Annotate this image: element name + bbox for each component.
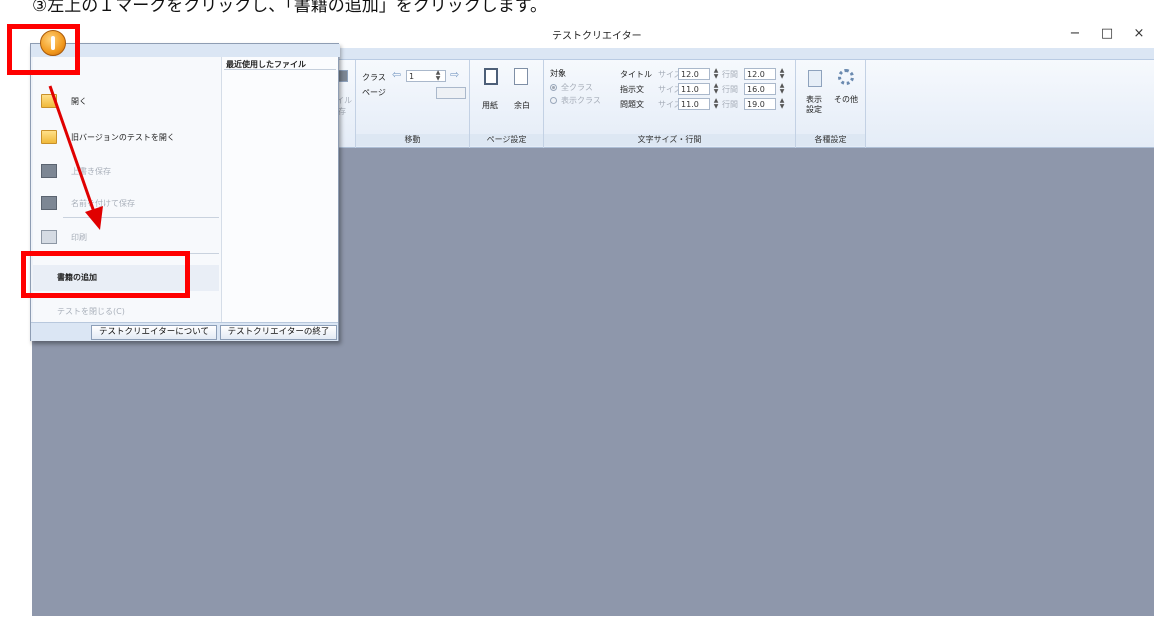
title-row-label: タイトル <box>620 70 652 79</box>
ribbon-group-page-setup: 用紙 余白 ページ設定 <box>470 60 544 148</box>
margin-button-label[interactable]: 余白 <box>514 100 530 111</box>
target-label: 対象 <box>550 69 566 78</box>
instruction-spacing-spinner-icon[interactable]: ▲ ▼ <box>778 83 786 95</box>
recent-files-panel: 最近使用したファイル <box>221 57 338 322</box>
display-settings-icon[interactable] <box>808 70 822 87</box>
title-spacing-spinner-icon[interactable]: ▲ ▼ <box>778 68 786 80</box>
class-label: クラス <box>362 73 386 82</box>
question-size-input[interactable]: 11.0 <box>678 98 710 110</box>
highlight-app-orb <box>7 24 80 75</box>
question-spacing-label: 行間 <box>722 100 738 109</box>
file-label-fragment-2: 存 <box>338 107 346 116</box>
other-settings-label[interactable]: その他 <box>834 94 858 105</box>
menu-item-print[interactable]: 印刷 <box>33 223 219 253</box>
window-title: テストクリエイター <box>552 31 642 42</box>
minimize-button[interactable]: − <box>1062 24 1088 44</box>
menu-item-open[interactable]: 開く <box>33 87 219 117</box>
menu-item-save[interactable]: 上書き保存 <box>33 157 219 187</box>
floppy-save-as-icon <box>41 196 57 210</box>
instruction-text: ③左上のＩマークをクリックし、「書籍の追加」をクリックします。 <box>32 0 548 16</box>
paper-button-label[interactable]: 用紙 <box>482 100 498 111</box>
title-spacing-label: 行間 <box>722 70 738 79</box>
menu-item-open-old-version-label: 旧バージョンのテストを開く <box>71 133 175 142</box>
next-arrow-icon[interactable]: ⇨ <box>450 68 459 81</box>
settings-group-label: 各種設定 <box>796 134 865 146</box>
highlight-add-book <box>21 251 190 298</box>
menu-item-open-old-version[interactable]: 旧バージョンのテストを開く <box>33 123 219 153</box>
menu-item-close-test-label: テストを閉じる(C) <box>57 307 125 316</box>
prev-arrow-icon[interactable]: ⇦ <box>392 68 401 81</box>
question-spacing-spinner-icon[interactable]: ▲ ▼ <box>778 98 786 110</box>
all-classes-radio[interactable] <box>550 84 557 91</box>
question-row-label: 問題文 <box>620 100 644 109</box>
folder-open-icon <box>41 130 57 144</box>
ribbon-group-text-size: 対象 全クラス 表示クラス タイトル サイズ 12.0 ▲ ▼ 行間 12.0 ▲… <box>544 60 796 148</box>
page-dropdown[interactable] <box>436 87 466 99</box>
title-spacing-input[interactable]: 12.0 <box>744 68 776 80</box>
floppy-icon <box>41 164 57 178</box>
page-setup-group-label: ページ設定 <box>470 134 543 146</box>
instruction-size-spinner-icon[interactable]: ▲ ▼ <box>712 83 720 95</box>
menu-separator <box>63 217 219 218</box>
shown-class-radio[interactable] <box>550 97 557 104</box>
title-size-spinner-icon[interactable]: ▲ ▼ <box>712 68 720 80</box>
question-spacing-input[interactable]: 19.0 <box>744 98 776 110</box>
paper-icon[interactable] <box>484 68 498 85</box>
instruction-spacing-input[interactable]: 16.0 <box>744 83 776 95</box>
title-size-input[interactable]: 12.0 <box>678 68 710 80</box>
spinner-arrows-icon[interactable]: ▲ ▼ <box>434 70 442 82</box>
margin-icon[interactable] <box>514 68 528 85</box>
exit-button[interactable]: テストクリエイターの終了 <box>220 325 337 340</box>
printer-icon <box>41 230 57 244</box>
page-label: ページ <box>362 88 386 97</box>
instruction-size-input[interactable]: 11.0 <box>678 83 710 95</box>
close-button[interactable]: × <box>1126 24 1152 44</box>
ribbon-group-move: クラス ⇦ 1 ▲ ▼ ⇨ ページ 移動 <box>356 60 470 148</box>
menu-item-save-as[interactable]: 名前を付けて保存 <box>33 189 219 219</box>
menu-item-open-label: 開く <box>71 97 87 106</box>
move-group-label: 移動 <box>356 134 469 146</box>
gear-icon[interactable] <box>838 69 854 85</box>
recent-files-divider <box>224 69 336 70</box>
instruction-spacing-label: 行間 <box>722 85 738 94</box>
about-button[interactable]: テストクリエイターについて <box>91 325 217 340</box>
instruction-row-label: 指示文 <box>620 85 644 94</box>
all-classes-label: 全クラス <box>561 83 593 92</box>
text-size-group-label: 文字サイズ・行間 <box>544 134 795 146</box>
save-icon <box>338 70 348 82</box>
maximize-button[interactable]: □ <box>1094 24 1120 44</box>
display-settings-label-2[interactable]: 設定 <box>806 104 822 115</box>
menu-footer: テストクリエイターについて テストクリエイターの終了 <box>31 322 338 341</box>
menu-item-save-label: 上書き保存 <box>71 167 111 176</box>
menu-item-save-as-label: 名前を付けて保存 <box>71 199 135 208</box>
menu-item-print-label: 印刷 <box>71 233 87 242</box>
ribbon-group-settings: 表示 設定 その他 各種設定 <box>796 60 866 148</box>
question-size-spinner-icon[interactable]: ▲ ▼ <box>712 98 720 110</box>
folder-icon <box>41 94 57 108</box>
shown-class-label: 表示クラス <box>561 96 601 105</box>
